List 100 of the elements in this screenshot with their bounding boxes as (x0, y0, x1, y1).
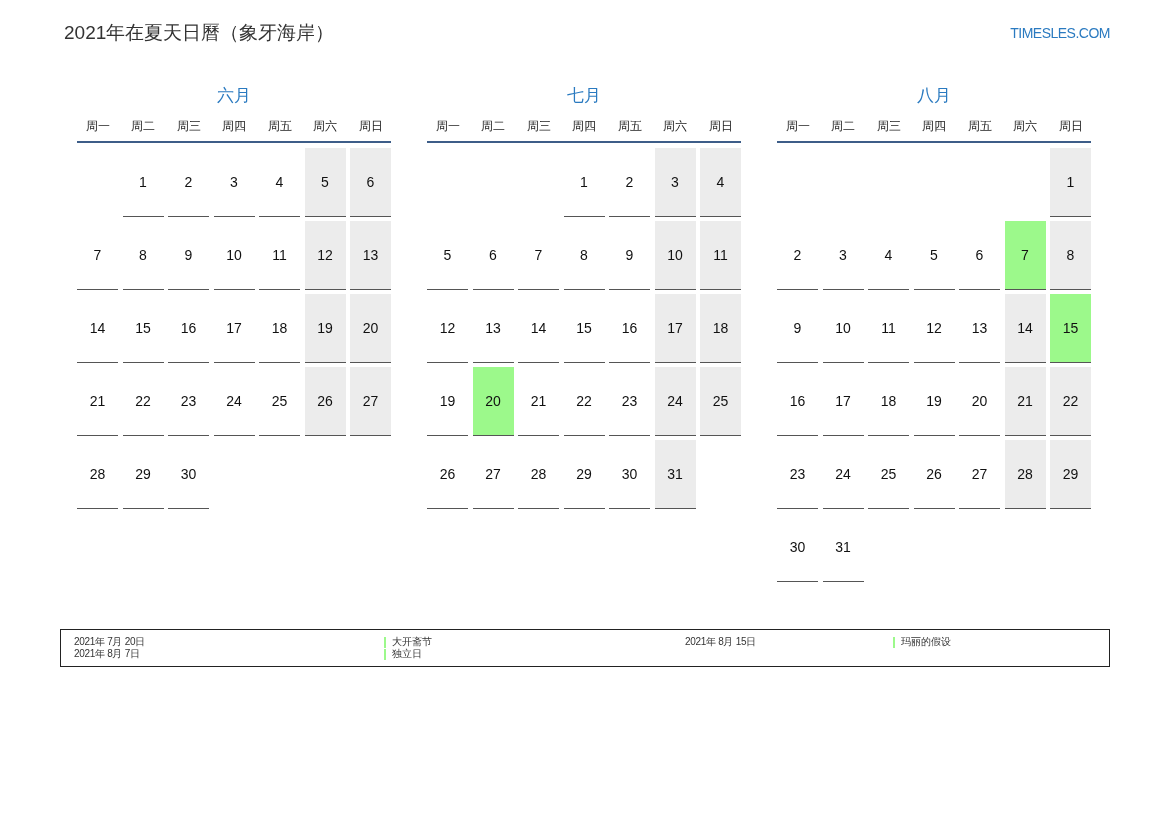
weekday-label: 周二 (831, 118, 855, 135)
weekday-label: 周一 (85, 118, 110, 135)
day-cell: 27 (350, 367, 391, 436)
day-cell: 15 (1050, 294, 1091, 363)
day-cell: 17 (654, 294, 696, 363)
weekday-label: 周四 (922, 118, 946, 135)
day-cell: 26 (913, 440, 955, 509)
day-cell: 5 (427, 221, 468, 290)
day-cell: 13 (350, 221, 391, 290)
day-cell: 9 (168, 221, 209, 290)
day-cell: 7 (1004, 221, 1046, 290)
day-cell: 30 (168, 440, 209, 509)
day-cell: 5 (913, 221, 955, 290)
day-cell: 23 (777, 440, 818, 509)
weekday-label: 周六 (313, 118, 337, 135)
month-title: 六月 (217, 85, 251, 107)
day-cell: 6 (959, 221, 1000, 290)
day-cell: 20 (350, 294, 391, 363)
day-cell: 6 (472, 221, 514, 290)
holiday-name: 玛丽的假设 (901, 636, 951, 648)
day-cell: 14 (77, 294, 118, 363)
day-cell: 17 (822, 367, 864, 436)
day-cell: 4 (259, 148, 300, 217)
day-cell: 22 (122, 367, 164, 436)
day-cell: 28 (518, 440, 559, 509)
weekday-label: 周三 (176, 118, 201, 135)
weekday-label: 周五 (267, 118, 292, 135)
day-cell: 24 (822, 440, 864, 509)
day-cell: 7 (518, 221, 559, 290)
day-cell: 29 (563, 440, 605, 509)
day-cell: 13 (472, 294, 514, 363)
weekday-label: 周三 (876, 118, 901, 135)
weekday-label: 周日 (1058, 118, 1083, 135)
day-cell: 22 (1050, 367, 1091, 436)
day-cell: 19 (427, 367, 468, 436)
day-cell: 1 (1050, 148, 1091, 217)
day-cell: 9 (609, 221, 650, 290)
day-cell: 28 (77, 440, 118, 509)
day-cell: 24 (654, 367, 696, 436)
day-cell: 2 (777, 221, 818, 290)
day-cell: 16 (777, 367, 818, 436)
day-cell: 2 (609, 148, 650, 217)
day-cell: 12 (913, 294, 955, 363)
day-cell: 19 (913, 367, 955, 436)
day-cell: 31 (654, 440, 696, 509)
weekday-label: 周六 (1013, 118, 1037, 135)
day-cell: 29 (122, 440, 164, 509)
bar-marker-icon (893, 636, 895, 648)
day-cell: 11 (259, 221, 300, 290)
day-cell: 5 (304, 148, 346, 217)
holiday-date: 2021年 8月 15日 (685, 636, 756, 648)
day-cell: 14 (1004, 294, 1046, 363)
day-cell: 3 (213, 148, 255, 217)
day-cell: 4 (700, 148, 741, 217)
day-cell: 26 (427, 440, 468, 509)
day-cell: 14 (518, 294, 559, 363)
day-cell: 8 (1050, 221, 1091, 290)
day-cell: 18 (259, 294, 300, 363)
day-cell: 1 (563, 148, 605, 217)
day-cell: 25 (700, 367, 741, 436)
day-cell: 26 (304, 367, 346, 436)
weekday-label: 周四 (572, 118, 596, 135)
day-cell: 25 (868, 440, 909, 509)
day-cell: 8 (563, 221, 605, 290)
day-cell: 1 (122, 148, 164, 217)
day-cell: 22 (563, 367, 605, 436)
day-cell: 19 (304, 294, 346, 363)
month-title: 八月 (917, 85, 951, 107)
day-cell: 4 (868, 221, 909, 290)
day-cell: 31 (822, 513, 864, 582)
day-cell: 20 (472, 367, 514, 436)
day-cell: 23 (168, 367, 209, 436)
day-cell: 25 (259, 367, 300, 436)
day-cell: 21 (77, 367, 118, 436)
day-cell: 29 (1050, 440, 1091, 509)
day-cell: 7 (77, 221, 118, 290)
day-cell: 15 (563, 294, 605, 363)
weekday-label: 周二 (131, 118, 155, 135)
day-cell: 10 (654, 221, 696, 290)
weekday-label: 周五 (617, 118, 642, 135)
weekday-label: 周日 (708, 118, 733, 135)
day-cell: 16 (609, 294, 650, 363)
day-cell: 12 (304, 221, 346, 290)
day-cell: 20 (959, 367, 1000, 436)
day-cell: 2 (168, 148, 209, 217)
day-cell: 21 (518, 367, 559, 436)
day-cell: 9 (777, 294, 818, 363)
weekday-label: 周二 (481, 118, 505, 135)
day-cell: 17 (213, 294, 255, 363)
day-cell: 18 (868, 367, 909, 436)
day-cell: 16 (168, 294, 209, 363)
month-title: 七月 (567, 85, 601, 107)
day-cell: 24 (213, 367, 255, 436)
day-cell: 27 (959, 440, 1000, 509)
weekday-label: 周五 (967, 118, 992, 135)
holiday-date: 2021年 8月 7日 (74, 648, 140, 660)
day-cell: 21 (1004, 367, 1046, 436)
weekday-label: 周四 (222, 118, 246, 135)
day-cell: 12 (427, 294, 468, 363)
page-title: 2021年在夏天日曆（象牙海岸） (64, 21, 335, 45)
